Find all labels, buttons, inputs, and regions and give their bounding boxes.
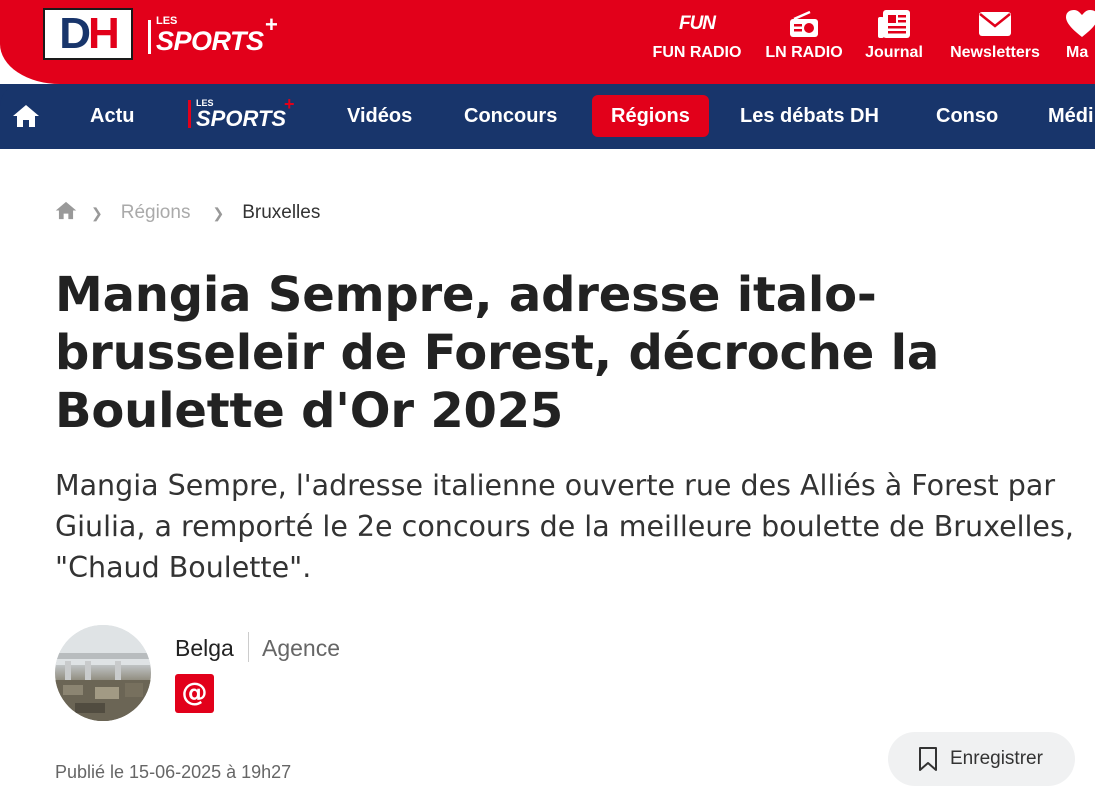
home-icon[interactable] — [12, 104, 40, 132]
author-role: Agence — [262, 635, 341, 661]
top-link-newsletters[interactable]: Newsletters — [944, 8, 1046, 68]
chevron-right-icon: ❯ — [91, 204, 103, 221]
nav-item-actu[interactable]: Actu — [90, 95, 134, 137]
nav-item-regions[interactable]: Régions — [592, 95, 709, 137]
nav-item-medias[interactable]: Médi — [1048, 95, 1094, 137]
published-date: Publié le 15-06-2025 à 19h27 — [55, 762, 292, 782]
top-link-label: Newsletters — [950, 44, 1040, 61]
top-link-label: LN RADIO — [765, 44, 843, 61]
article-lead: Mangia Sempre, l'adresse italienne ouver… — [55, 469, 1074, 584]
radio-icon — [762, 8, 846, 40]
top-link-fun-radio[interactable]: FUN FUN RADIO — [650, 8, 744, 68]
logo-bar — [148, 20, 151, 54]
author-name[interactable]: Belga — [175, 635, 234, 662]
top-link-label: FUN RADIO — [652, 44, 742, 61]
breadcrumb-bruxelles[interactable]: Bruxelles — [242, 202, 320, 224]
nav-sports-plus: + — [284, 94, 295, 114]
main-nav: Actu LES SPORTS + Vidéos Concours Région… — [0, 84, 1095, 149]
top-link-ma[interactable]: Ma — [1062, 8, 1095, 68]
logo-sports: SPORTS — [156, 26, 264, 56]
nav-item-concours[interactable]: Concours — [464, 95, 557, 137]
nav-item-les-sports[interactable]: LES SPORTS + — [188, 94, 300, 134]
top-link-label: Ma — [1066, 44, 1089, 61]
top-link-ln-radio[interactable]: LN RADIO — [762, 8, 846, 68]
heart-icon — [1062, 8, 1095, 40]
author-contact-button[interactable]: @ — [175, 674, 214, 713]
top-link-label: Journal — [865, 44, 923, 61]
nav-sports-name: SPORTS — [196, 106, 287, 131]
breadcrumb-regions[interactable]: Régions — [121, 202, 191, 224]
nav-item-debats[interactable]: Les débats DH — [740, 95, 879, 137]
nav-item-conso[interactable]: Conso — [936, 95, 998, 137]
article-title: Mangia Sempre, adresse italo-brusseleir … — [55, 267, 940, 439]
dh-logo[interactable]: DH — [43, 8, 133, 60]
logo-plus: + — [265, 12, 278, 37]
at-icon: @ — [181, 678, 208, 708]
chevron-right-icon: ❯ — [212, 204, 225, 221]
envelope-icon — [944, 8, 1046, 40]
nav-sports-bar — [188, 100, 191, 128]
top-link-journal[interactable]: Journal — [862, 8, 926, 68]
top-header: DH LES SPORTS + FUN FUN RADIO LN RADIO J… — [0, 0, 1095, 124]
save-label: Enregistrer — [950, 748, 1043, 769]
save-button[interactable]: Enregistrer — [888, 732, 1075, 786]
breadcrumb: ❯ Régions ❯ Bruxelles — [55, 200, 320, 226]
breadcrumb-home-icon[interactable] — [55, 201, 77, 226]
author-divider — [248, 632, 249, 662]
author-avatar — [55, 625, 151, 721]
fun-radio-logo-icon: FUN — [678, 13, 716, 34]
bookmark-icon — [919, 747, 937, 771]
nav-item-videos[interactable]: Vidéos — [347, 95, 412, 137]
newspaper-icon — [862, 8, 926, 40]
